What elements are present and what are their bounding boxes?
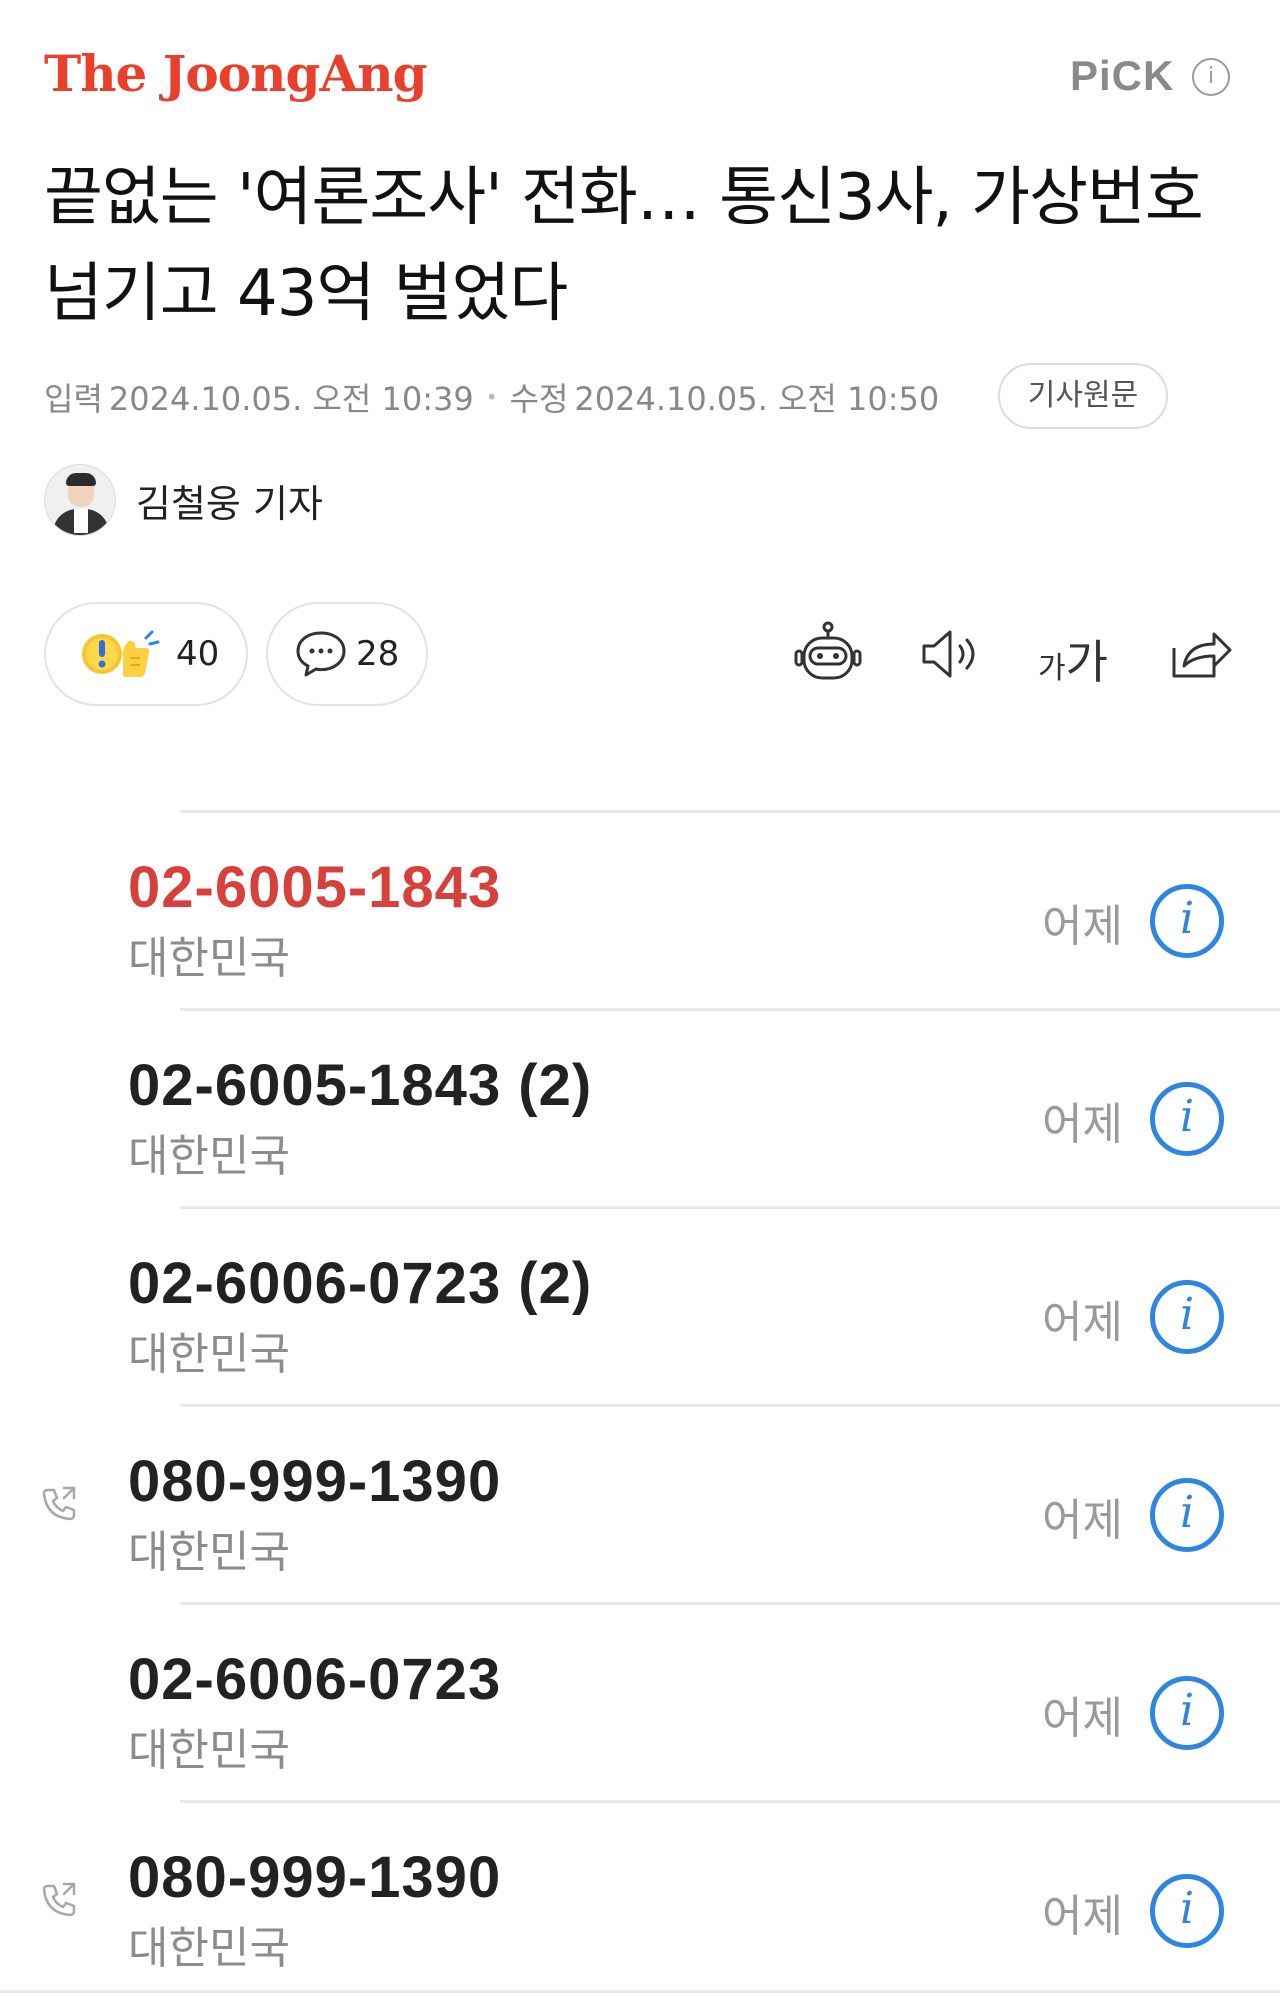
- pick-label: PiCK: [1070, 52, 1175, 99]
- call-region: 대한민국: [128, 1527, 290, 1578]
- input-datetime: 2024.10.05. 오전 10:39: [108, 380, 474, 418]
- reaction-button[interactable]: 40: [44, 602, 248, 706]
- divider: [0, 1990, 1280, 1993]
- call-region: 대한민국: [128, 1131, 290, 1182]
- article-meta: 입력 2024.10.05. 오전 10:39 • 수정 2024.10.05.…: [44, 372, 939, 422]
- input-label: 입력: [44, 380, 103, 418]
- call-time: 어제: [1042, 1099, 1123, 1150]
- divider: [180, 1404, 1280, 1407]
- divider: [180, 810, 1280, 813]
- info-icon[interactable]: i: [1150, 884, 1224, 958]
- brand-logo[interactable]: The JoongAng: [44, 44, 428, 103]
- call-region: 대한민국: [128, 1923, 290, 1974]
- avatar: [44, 464, 116, 536]
- phone-number: 02-6006-0723: [128, 1647, 502, 1712]
- pick-info-icon[interactable]: i: [1192, 58, 1230, 96]
- call-log-row[interactable]: 080-999-1390 대한민국 어제 i: [0, 1404, 1280, 1602]
- call-time: 어제: [1042, 1297, 1123, 1348]
- speaker-icon[interactable]: [914, 618, 986, 690]
- call-region: 대한민국: [128, 1725, 290, 1776]
- call-region: 대한민국: [128, 933, 290, 984]
- divider: [180, 1008, 1280, 1011]
- comment-button[interactable]: 28: [266, 602, 428, 706]
- summary-bot-icon[interactable]: [792, 618, 864, 690]
- phone-number: 080-999-1390: [128, 1449, 502, 1514]
- reporter-name: 김철웅 기자: [136, 481, 323, 526]
- call-region: 대한민국: [128, 1329, 290, 1380]
- share-icon[interactable]: [1162, 618, 1234, 690]
- header: The JoongAng PiCK i: [0, 0, 1280, 130]
- outgoing-call-icon: [42, 1882, 76, 1917]
- info-icon[interactable]: i: [1150, 1676, 1224, 1750]
- meta-separator: •: [485, 385, 498, 409]
- call-log-row[interactable]: 02-6006-0723 (2) 대한민국 어제 i: [0, 1206, 1280, 1404]
- call-log-row[interactable]: 02-6005-1843 (2) 대한민국 어제 i: [0, 1008, 1280, 1206]
- outgoing-call-icon: [42, 1486, 76, 1521]
- info-icon[interactable]: i: [1150, 1478, 1224, 1552]
- reaction-icon: [82, 630, 160, 677]
- original-article-button[interactable]: 기사원문: [998, 363, 1168, 429]
- modified-label: 수정: [509, 380, 569, 418]
- modified-datetime: 2024.10.05. 오전 10:50: [574, 380, 940, 418]
- info-icon[interactable]: i: [1150, 1082, 1224, 1156]
- call-time: 어제: [1042, 1693, 1123, 1744]
- phone-number: 02-6005-1843 (2): [128, 1053, 593, 1118]
- article-headline: 끝없는 '여론조사' 전화… 통신3사, 가상번호 넘기고 43억 벌었다: [44, 161, 1204, 331]
- comment-count: 28: [356, 634, 400, 674]
- comment-icon: [296, 631, 346, 677]
- font-size-icon[interactable]: 가가: [1038, 626, 1108, 692]
- phone-number: 02-6006-0723 (2): [128, 1251, 593, 1316]
- call-log-row[interactable]: 080-999-1390 대한민국 어제 i: [0, 1800, 1280, 1998]
- divider: [180, 1206, 1280, 1209]
- call-time: 어제: [1042, 1891, 1123, 1942]
- divider: [180, 1602, 1280, 1605]
- phone-number: 080-999-1390: [128, 1845, 502, 1910]
- info-icon[interactable]: i: [1150, 1874, 1224, 1948]
- call-time: 어제: [1042, 901, 1123, 952]
- phone-number: 02-6005-1843: [128, 855, 502, 920]
- info-icon[interactable]: i: [1150, 1280, 1224, 1354]
- divider: [180, 1800, 1280, 1803]
- call-log-row[interactable]: 02-6006-0723 대한민국 어제 i: [0, 1602, 1280, 1800]
- call-time: 어제: [1042, 1495, 1123, 1546]
- call-log-row[interactable]: 02-6005-1843 대한민국 어제 i: [0, 810, 1280, 1008]
- reaction-count: 40: [176, 634, 220, 674]
- reporter[interactable]: 김철웅 기자: [44, 464, 323, 536]
